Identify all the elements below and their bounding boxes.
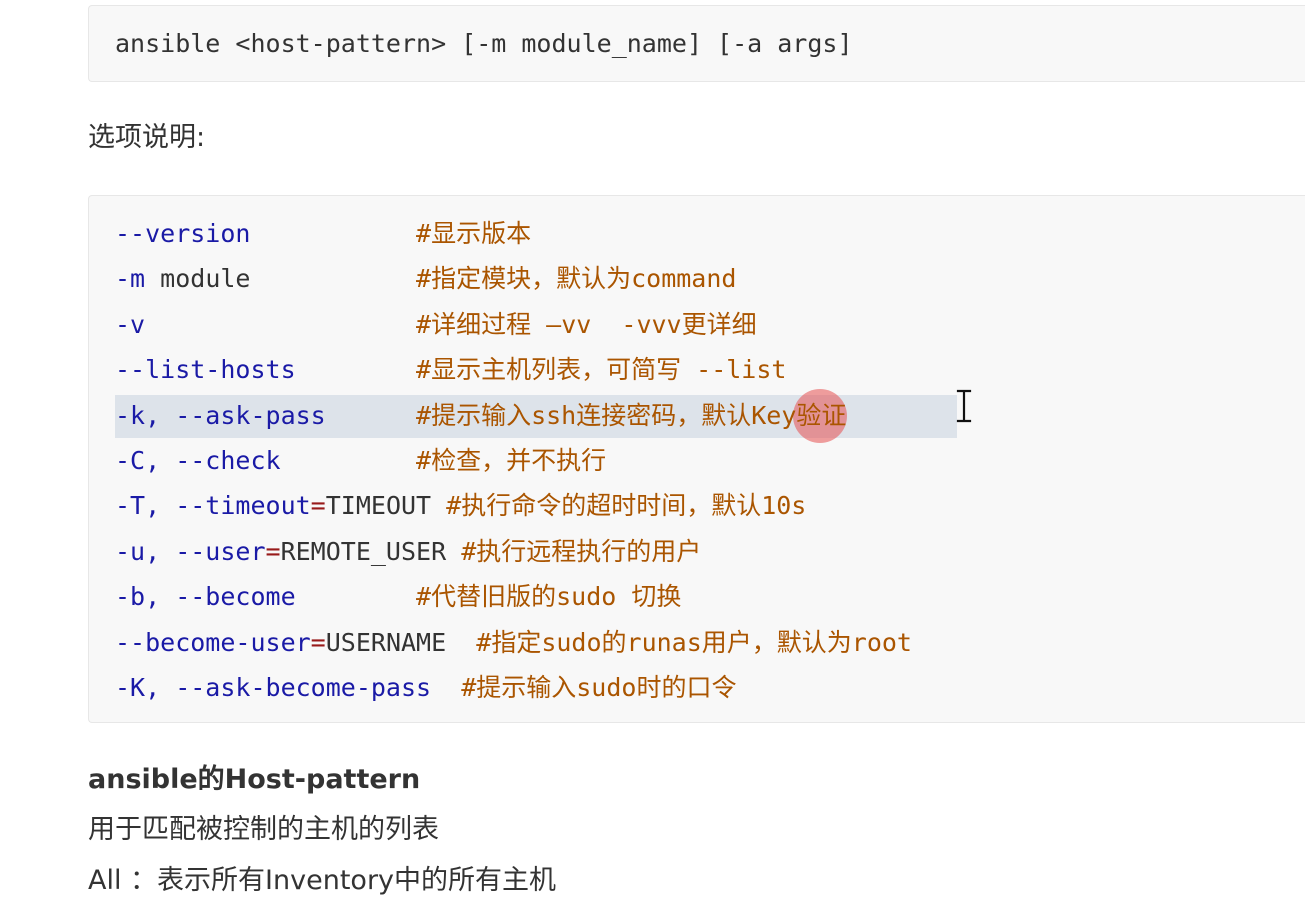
option-padding (250, 219, 416, 248)
option-flag: --become-user (115, 627, 311, 657)
option-value: REMOTE_USER (280, 536, 447, 566)
option-line: -k, --ask-pass #提示输入ssh连接密码，默认Key验证 (115, 393, 957, 439)
option-comment: #显示主机列表，可简写 --list (416, 355, 787, 385)
option-comment: #详细过程 –vv -vvv更详细 (416, 309, 757, 339)
host-pattern-all-description: All ：表示所有Inventory中的所有主机 (88, 865, 557, 896)
option-comment: #提示输入ssh连接密码，默认Key验证 (416, 400, 847, 430)
option-line: --become-user=USERNAME #指定sudo的runas用户，默… (115, 620, 912, 665)
option-comment: #指定sudo的runas用户，默认为root (476, 627, 912, 657)
options-heading: 选项说明: (88, 122, 206, 153)
option-line: -u, --user=REMOTE_USER #执行远程执行的用户 (115, 529, 912, 574)
option-padding (296, 582, 416, 611)
options-list: --version #显示版本 -m module #指定模块，默认为comman… (115, 211, 957, 710)
option-comment: #提示输入sudo时的口令 (461, 672, 737, 702)
usage-code-block: ansible <host-pattern> [-m module_name] … (88, 5, 1305, 82)
host-pattern-description: 用于匹配被控制的主机的列表 (88, 814, 439, 845)
option-padding (145, 310, 416, 339)
option-line: -m module #指定模块，默认为command (115, 256, 912, 301)
option-comment: #显示版本 (416, 219, 532, 248)
option-equals: = (265, 536, 281, 566)
option-equals: = (310, 491, 326, 521)
option-padding (446, 537, 461, 566)
option-equals: = (310, 627, 326, 657)
option-comment: #代替旧版的sudo 切换 (416, 582, 682, 612)
option-comment: #执行远程执行的用户 (461, 536, 702, 566)
usage-command: ansible <host-pattern> [-m module_name] … (115, 29, 853, 58)
option-padding (431, 491, 446, 520)
option-padding (431, 673, 461, 702)
option-flag: -T, --timeout (115, 491, 311, 521)
option-flag: -v (115, 309, 146, 339)
option-comment: #检查，并不执行 (416, 445, 607, 475)
option-flag: --version (115, 219, 251, 248)
option-line: -v #详细过程 –vv -vvv更详细 (115, 302, 912, 347)
option-padding (281, 446, 416, 475)
option-padding (326, 401, 416, 430)
option-flag: -C, --check (115, 445, 281, 475)
option-flag: --list-hosts (115, 355, 296, 385)
text-cursor-icon (956, 389, 972, 423)
option-line: -K, --ask-become-pass #提示输入sudo时的口令 (115, 665, 912, 710)
option-value: USERNAME (325, 627, 447, 657)
option-padding (250, 264, 416, 293)
option-comment: #指定模块，默认为command (416, 264, 737, 294)
option-padding (296, 355, 416, 384)
option-padding (446, 628, 476, 657)
option-flag: -m (115, 264, 146, 294)
option-flag: -u, --user (115, 536, 266, 566)
option-line: -b, --become #代替旧版的sudo 切换 (115, 574, 912, 619)
option-value: TIMEOUT (325, 491, 432, 521)
option-flag: -K, --ask-become-pass (115, 672, 432, 702)
option-value: module (145, 264, 251, 294)
option-flag: -k, --ask-pass (115, 400, 326, 430)
option-comment: #执行命令的超时时间，默认10s (446, 491, 807, 521)
host-pattern-heading: ansible的Host-pattern (88, 764, 421, 795)
option-flag: -b, --become (115, 582, 296, 612)
option-line: -C, --check #检查，并不执行 (115, 438, 912, 483)
option-line: --version #显示版本 (115, 211, 912, 256)
options-code-block: --version #显示版本 -m module #指定模块，默认为comman… (88, 195, 1305, 723)
option-line: -T, --timeout=TIMEOUT #执行命令的超时时间，默认10s (115, 483, 912, 528)
option-line: --list-hosts #显示主机列表，可简写 --list (115, 347, 912, 392)
